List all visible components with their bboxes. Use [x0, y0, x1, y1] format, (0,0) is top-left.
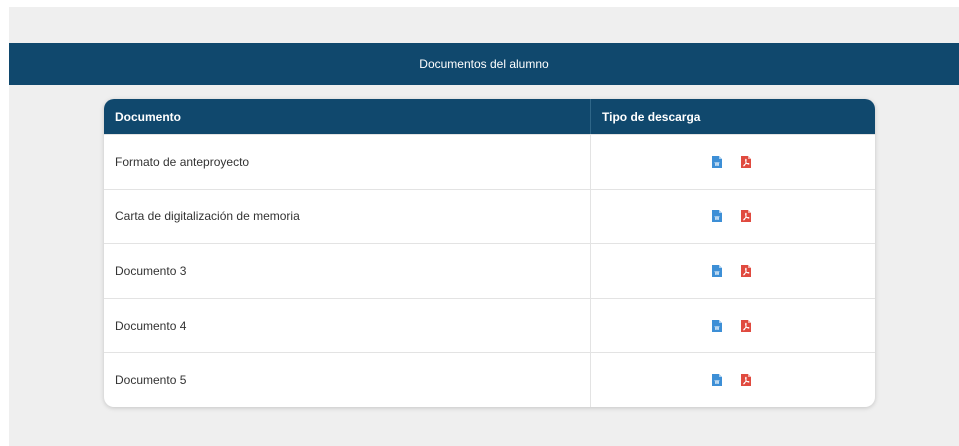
document-name: Documento 5: [115, 373, 187, 388]
svg-text:W: W: [714, 271, 719, 277]
svg-text:W: W: [714, 217, 719, 223]
svg-text:W: W: [714, 162, 719, 168]
pdf-file-icon[interactable]: [740, 210, 751, 223]
download-options: W: [590, 244, 875, 298]
download-options: W: [590, 298, 875, 353]
pdf-file-icon[interactable]: [740, 155, 751, 168]
download-options: W: [590, 189, 875, 244]
pdf-file-icon[interactable]: [740, 319, 751, 332]
table-row: Documento 3 W: [104, 243, 875, 298]
table-header-row: Documento Tipo de descarga: [104, 99, 875, 134]
pdf-file-icon[interactable]: [740, 264, 751, 277]
svg-text:W: W: [714, 380, 719, 386]
word-file-icon[interactable]: W: [711, 155, 722, 168]
documents-table: Documento Tipo de descarga Formato de an…: [104, 99, 875, 407]
pdf-file-icon[interactable]: [740, 374, 751, 387]
word-file-icon[interactable]: W: [711, 210, 722, 223]
section-header: Documentos del alumno: [9, 43, 959, 85]
table-row: Carta de digitalización de memoria W: [104, 188, 875, 244]
clipped-top-text: [0, 0, 959, 7]
download-options: W: [590, 135, 875, 189]
column-header-tipo-descarga: Tipo de descarga: [590, 99, 875, 134]
document-name: Documento 4: [115, 318, 187, 333]
table-row: Formato de anteproyecto W: [104, 134, 875, 189]
word-file-icon[interactable]: W: [711, 319, 722, 332]
word-file-icon[interactable]: W: [711, 264, 722, 277]
table-row: Documento 5 W: [104, 352, 875, 407]
document-name: Carta de digitalización de memoria: [115, 209, 300, 224]
svg-text:W: W: [714, 326, 719, 332]
download-options: W: [590, 353, 875, 407]
document-name: Formato de anteproyecto: [115, 154, 250, 169]
section-title: Documentos del alumno: [419, 57, 549, 71]
document-name: Documento 3: [115, 263, 187, 278]
word-file-icon[interactable]: W: [711, 374, 722, 387]
column-header-documento: Documento: [115, 109, 181, 124]
table-row: Documento 4 W: [104, 297, 875, 353]
